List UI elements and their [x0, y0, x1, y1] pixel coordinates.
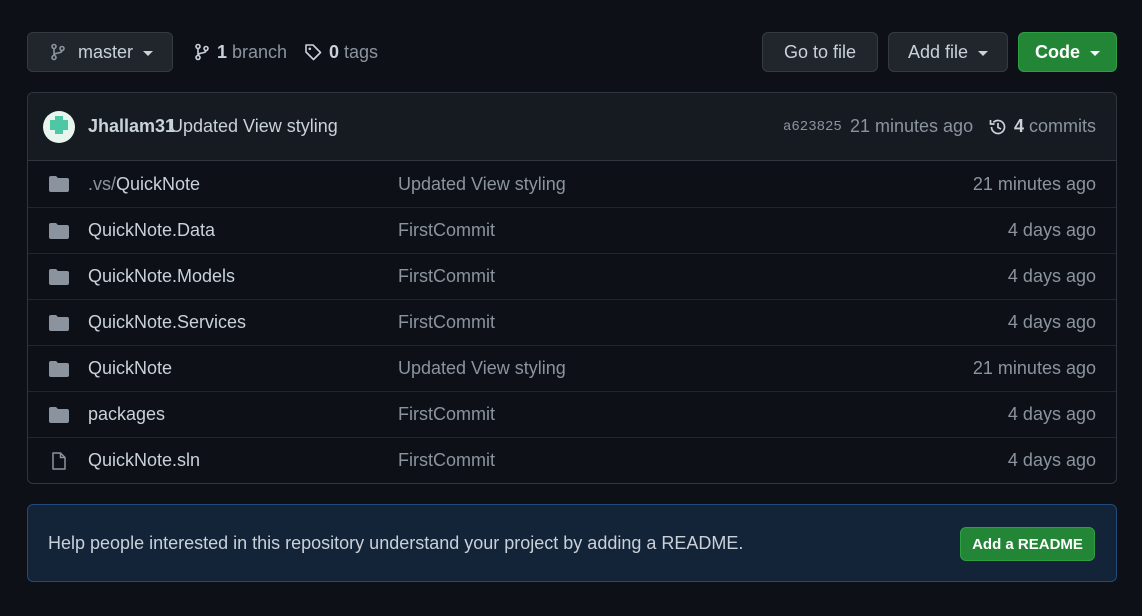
folder-icon	[48, 268, 70, 286]
file-commit-message-link[interactable]: FirstCommit	[398, 450, 495, 471]
branch-select-button[interactable]: master	[27, 32, 173, 72]
file-name[interactable]: QuickNote	[88, 358, 172, 378]
file-list: .vs/QuickNote Updated View styling 21 minu…	[28, 161, 1116, 483]
file-commit-message-link[interactable]: FirstCommit	[398, 266, 495, 287]
file-commit-age: 4 days ago	[1007, 312, 1096, 332]
git-branch-icon	[51, 43, 65, 61]
file-commit-message-link[interactable]: FirstCommit	[398, 404, 495, 425]
tags-label: tags	[344, 41, 379, 62]
file-commit-age: 4 days ago	[1007, 220, 1096, 240]
file-name[interactable]: QuickNote.Models	[88, 266, 235, 286]
file-name[interactable]: QuickNote.sln	[88, 450, 200, 470]
readme-prompt: Help people interested in this repositor…	[27, 504, 1117, 582]
add-readme-button[interactable]: Add a README	[960, 527, 1095, 561]
add-file-button[interactable]: Add file	[888, 32, 1008, 72]
commit-sha-link[interactable]: a623825	[783, 119, 842, 135]
code-label: Code	[1035, 41, 1080, 62]
file-commit-age: 21 minutes ago	[972, 173, 1096, 194]
chevron-down-icon	[1090, 51, 1100, 56]
file-row: .vs/QuickNote Updated View styling 21 minu…	[28, 161, 1116, 207]
file-name[interactable]: QuickNote.Services	[88, 312, 246, 332]
file-name-link[interactable]: packages	[88, 404, 165, 425]
file-commit-age: 21 minutes ago	[972, 358, 1096, 378]
file-browser: Jhallam31 Updated View styling a623825 2…	[27, 92, 1117, 484]
file-row: QuickNote.Models FirstCommit 4 days ago	[28, 253, 1116, 299]
git-branch-icon	[195, 43, 209, 61]
chevron-down-icon	[978, 51, 989, 56]
commits-label: commits	[1029, 116, 1097, 136]
file-name[interactable]: QuickNote	[116, 174, 200, 194]
file-name-link[interactable]: QuickNote	[88, 358, 172, 379]
file-commit-age: 4 days ago	[1007, 266, 1096, 286]
file-row: packages FirstCommit 4 days ago	[28, 391, 1116, 437]
history-icon	[989, 119, 1006, 134]
chevron-down-icon	[143, 51, 154, 56]
file-name[interactable]: packages	[88, 404, 165, 424]
avatar[interactable]	[43, 111, 75, 143]
add-file-label: Add file	[907, 41, 969, 62]
commits-count: 4	[1014, 116, 1025, 136]
commits-history-link[interactable]: 4 commits	[988, 116, 1096, 137]
add-readme-label: Add a README	[972, 535, 1083, 553]
branches-count: 1	[217, 41, 228, 62]
folder-icon	[48, 406, 70, 424]
folder-icon	[48, 360, 70, 378]
folder-icon	[48, 175, 70, 193]
latest-commit-bar: Jhallam31 Updated View styling a623825 2…	[28, 93, 1116, 161]
file-commit-age: 4 days ago	[1007, 404, 1096, 424]
tags-count: 0	[329, 41, 340, 62]
file-name-link[interactable]: QuickNote.Data	[88, 220, 215, 241]
go-to-file-label: Go to file	[783, 41, 857, 62]
file-name[interactable]: QuickNote.Data	[88, 220, 215, 240]
file-row: QuickNote.sln FirstCommit 4 days ago	[28, 437, 1116, 483]
file-row: QuickNote.Data FirstCommit 4 days ago	[28, 207, 1116, 253]
folder-icon	[48, 314, 70, 332]
file-commit-message-link[interactable]: Updated View styling	[398, 174, 566, 195]
tag-icon	[305, 44, 322, 61]
file-path-prefix[interactable]: .vs/	[88, 174, 116, 194]
file-commit-message-link[interactable]: FirstCommit	[398, 220, 495, 241]
file-commit-message-link[interactable]: Updated View styling	[398, 358, 566, 379]
file-name-link[interactable]: .vs/QuickNote	[88, 174, 200, 195]
file-name-link[interactable]: QuickNote.sln	[88, 450, 200, 471]
folder-icon	[48, 222, 70, 240]
code-button[interactable]: Code	[1018, 32, 1117, 72]
branch-name: master	[78, 41, 134, 62]
file-row: QuickNote Updated View styling 21 minutes …	[28, 345, 1116, 391]
branches-label: branch	[232, 41, 288, 62]
readme-prompt-text: Help people interested in this repositor…	[48, 533, 744, 553]
file-commit-message-link[interactable]: FirstCommit	[398, 312, 495, 333]
go-to-file-button[interactable]: Go to file	[762, 32, 878, 72]
commit-message-link[interactable]: Updated View styling	[170, 116, 338, 137]
repo-toolbar: master 1 branch 0 tags Go to file Add fi…	[27, 32, 1117, 72]
commit-author-link[interactable]: Jhallam31	[88, 116, 175, 137]
file-commit-age: 4 days ago	[1007, 450, 1096, 470]
file-name-link[interactable]: QuickNote.Models	[88, 266, 235, 287]
branches-link[interactable]: 1 branch	[194, 32, 287, 72]
file-row: QuickNote.Services FirstCommit 4 days ago	[28, 299, 1116, 345]
file-icon	[48, 452, 70, 470]
tags-link[interactable]: 0 tags	[304, 32, 378, 72]
commit-time: 21 minutes ago	[850, 116, 974, 136]
file-name-link[interactable]: QuickNote.Services	[88, 312, 246, 333]
